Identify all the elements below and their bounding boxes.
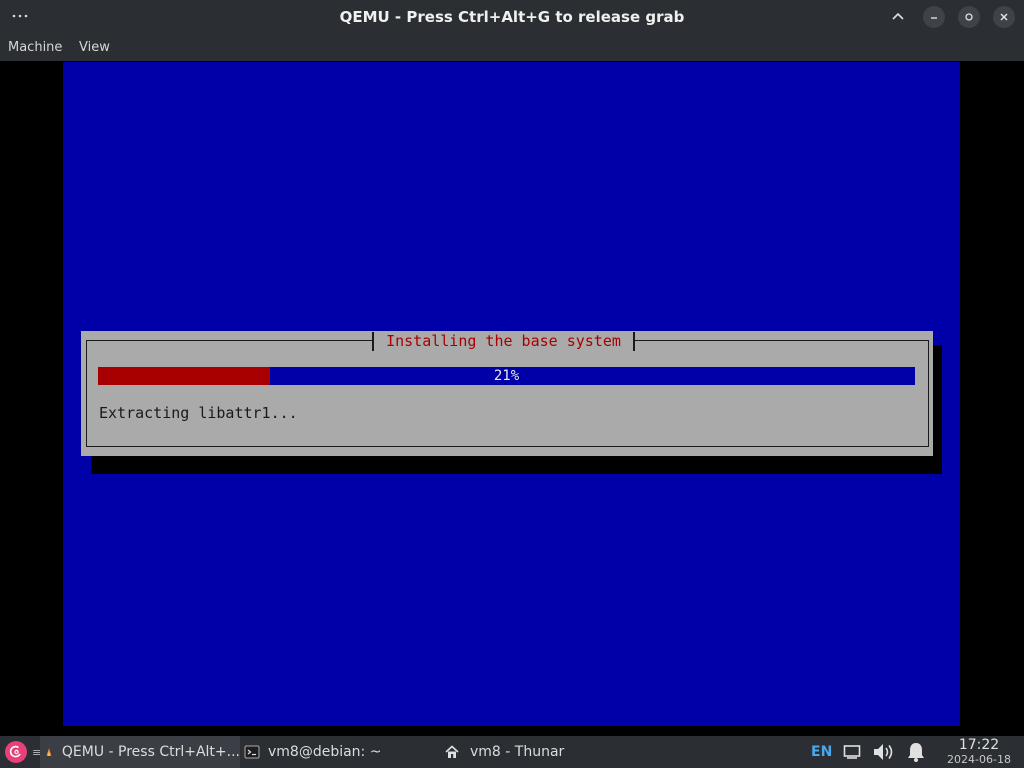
task-terminal-label: vm8@debian: ~ xyxy=(268,744,382,760)
clock-time: 17:22 xyxy=(958,737,1000,753)
taskbar: ≡ QEMU - Press Ctrl+Alt+... vm8@debian: … xyxy=(0,736,1024,768)
volume-icon xyxy=(874,744,893,760)
keyboard-layout-indicator[interactable]: EN xyxy=(811,742,832,762)
task-qemu-label: QEMU - Press Ctrl+Alt+... xyxy=(61,744,240,760)
display-tray-button[interactable] xyxy=(843,736,863,768)
menu-view[interactable]: View xyxy=(79,39,110,57)
menu-machine[interactable]: Machine xyxy=(8,39,62,57)
dialog-title: Installing the base system xyxy=(372,332,635,351)
qemu-icon xyxy=(46,748,52,756)
close-icon xyxy=(1000,13,1008,21)
menubar: Machine View xyxy=(0,36,1024,61)
start-menu-button[interactable] xyxy=(4,736,30,768)
shade-button[interactable] xyxy=(887,6,909,28)
clock[interactable]: 17:22 2024-06-18 xyxy=(938,737,1020,767)
install-status-text: Extracting libattr1... xyxy=(99,404,298,422)
notifications-tray-button[interactable] xyxy=(905,736,931,768)
chevron-up-icon xyxy=(892,12,904,20)
close-button[interactable] xyxy=(993,6,1015,28)
window-title: QEMU - Press Ctrl+Alt+G to release grab xyxy=(339,8,685,26)
clock-date: 2024-06-18 xyxy=(947,753,1011,766)
debian-swirl-icon xyxy=(5,741,27,763)
display-icon xyxy=(843,745,861,759)
home-icon xyxy=(445,745,459,758)
terminal-icon xyxy=(244,745,260,759)
minimize-icon xyxy=(931,17,937,19)
restore-button[interactable] xyxy=(958,6,980,28)
dialog-frame xyxy=(86,340,929,447)
minimize-button[interactable] xyxy=(923,6,945,28)
task-thunar-label: vm8 - Thunar xyxy=(470,744,565,760)
workspace-indicator[interactable]: ≡ xyxy=(32,736,41,768)
volume-tray-button[interactable] xyxy=(872,736,900,768)
task-terminal[interactable]: vm8@debian: ~ xyxy=(242,736,428,768)
notification-bell-icon xyxy=(908,743,924,762)
task-thunar[interactable]: vm8 - Thunar xyxy=(442,736,632,768)
progress-percent: 21% xyxy=(493,368,520,384)
restore-icon xyxy=(965,13,973,21)
progress-bar: 21% xyxy=(98,367,915,385)
window-titlebar: QEMU - Press Ctrl+Alt+G to release grab xyxy=(0,0,1024,36)
task-qemu[interactable]: QEMU - Press Ctrl+Alt+... xyxy=(40,736,240,768)
